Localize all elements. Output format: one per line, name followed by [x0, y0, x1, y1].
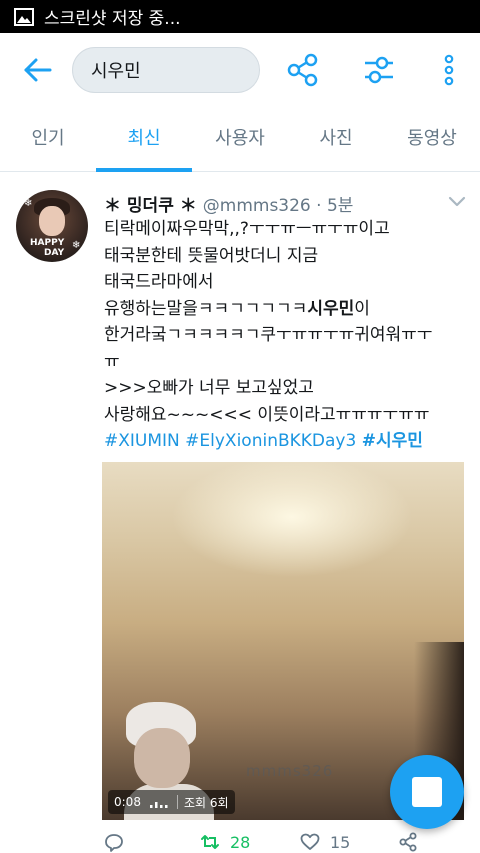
video-views: 조회 6회	[183, 795, 229, 810]
chevron-down-icon[interactable]	[448, 196, 466, 208]
video-info-overlay: 0:08 조회 6회	[108, 790, 235, 814]
share-icon[interactable]	[286, 53, 320, 87]
stop-square-icon	[412, 777, 442, 807]
retweet-button[interactable]: 28	[200, 832, 250, 852]
display-name[interactable]: ＊ 밍더쿠 ＊	[104, 191, 197, 216]
status-text: 스크린샷 저장 중...	[44, 9, 181, 29]
handle-time: @mmms326 · 5분	[202, 195, 354, 216]
tweet-actions: 28 15	[0, 832, 480, 853]
search-input[interactable]: 시우민	[72, 47, 260, 93]
hashtag-link[interactable]: #ElyXioninBKKDay3	[185, 431, 356, 451]
tab-top[interactable]: 인기	[0, 107, 96, 171]
status-bar: 스크린샷 저장 중...	[0, 0, 480, 33]
image-icon	[14, 7, 34, 26]
video-watermark: mmms326	[246, 762, 334, 780]
hashtags: #XIUMIN #ElyXioninBKKDay3 #시우민	[104, 428, 466, 455]
back-arrow-icon[interactable]	[20, 55, 54, 85]
tweet-text: 티락메이짜우막막,,?ㅜㅜㅠㅡㅠㅜㅠ이고 태국분한테 뜻물어밧더니 지금 태국드…	[104, 216, 466, 455]
filter-icon[interactable]	[362, 53, 396, 87]
tab-photos[interactable]: 사진	[288, 107, 384, 171]
retweet-icon	[201, 835, 219, 849]
like-count: 15	[330, 832, 351, 852]
hashtag-link[interactable]: #XIUMIN	[104, 431, 180, 451]
reply-icon	[105, 834, 123, 852]
tab-latest[interactable]: 최신	[96, 107, 192, 172]
tweet[interactable]: ❄ ❄ HAPPY DAY ＊ 밍더쿠 ＊ @mmms326 · 5분 티락메이…	[0, 172, 480, 853]
share-tweet-button[interactable]	[398, 832, 418, 852]
search-query: 시우민	[91, 61, 141, 82]
tab-videos[interactable]: 동영상	[384, 107, 480, 171]
app-bar: 시우민	[0, 33, 480, 107]
video-duration: 0:08	[114, 795, 141, 809]
search-tabs: 인기 최신 사용자 사진 동영상	[0, 107, 480, 172]
snowflake-icon: ❄	[24, 198, 33, 209]
more-options-icon[interactable]	[432, 53, 466, 87]
hashtag-link[interactable]: #시우민	[362, 431, 423, 451]
audio-bars-icon	[149, 802, 168, 808]
avatar[interactable]: ❄ ❄ HAPPY DAY	[16, 190, 88, 262]
floating-action-button[interactable]	[390, 755, 464, 829]
reply-button[interactable]	[104, 832, 124, 852]
share-icon	[399, 832, 417, 852]
heart-icon	[300, 833, 320, 850]
avatar-badge: HAPPY DAY	[30, 238, 65, 258]
retweet-count: 28	[230, 832, 251, 852]
tweet-header: ＊ 밍더쿠 ＊ @mmms326 · 5분	[104, 190, 353, 216]
snowflake-icon: ❄	[72, 240, 81, 251]
tab-people[interactable]: 사용자	[192, 107, 288, 171]
like-button[interactable]: 15	[300, 832, 350, 852]
